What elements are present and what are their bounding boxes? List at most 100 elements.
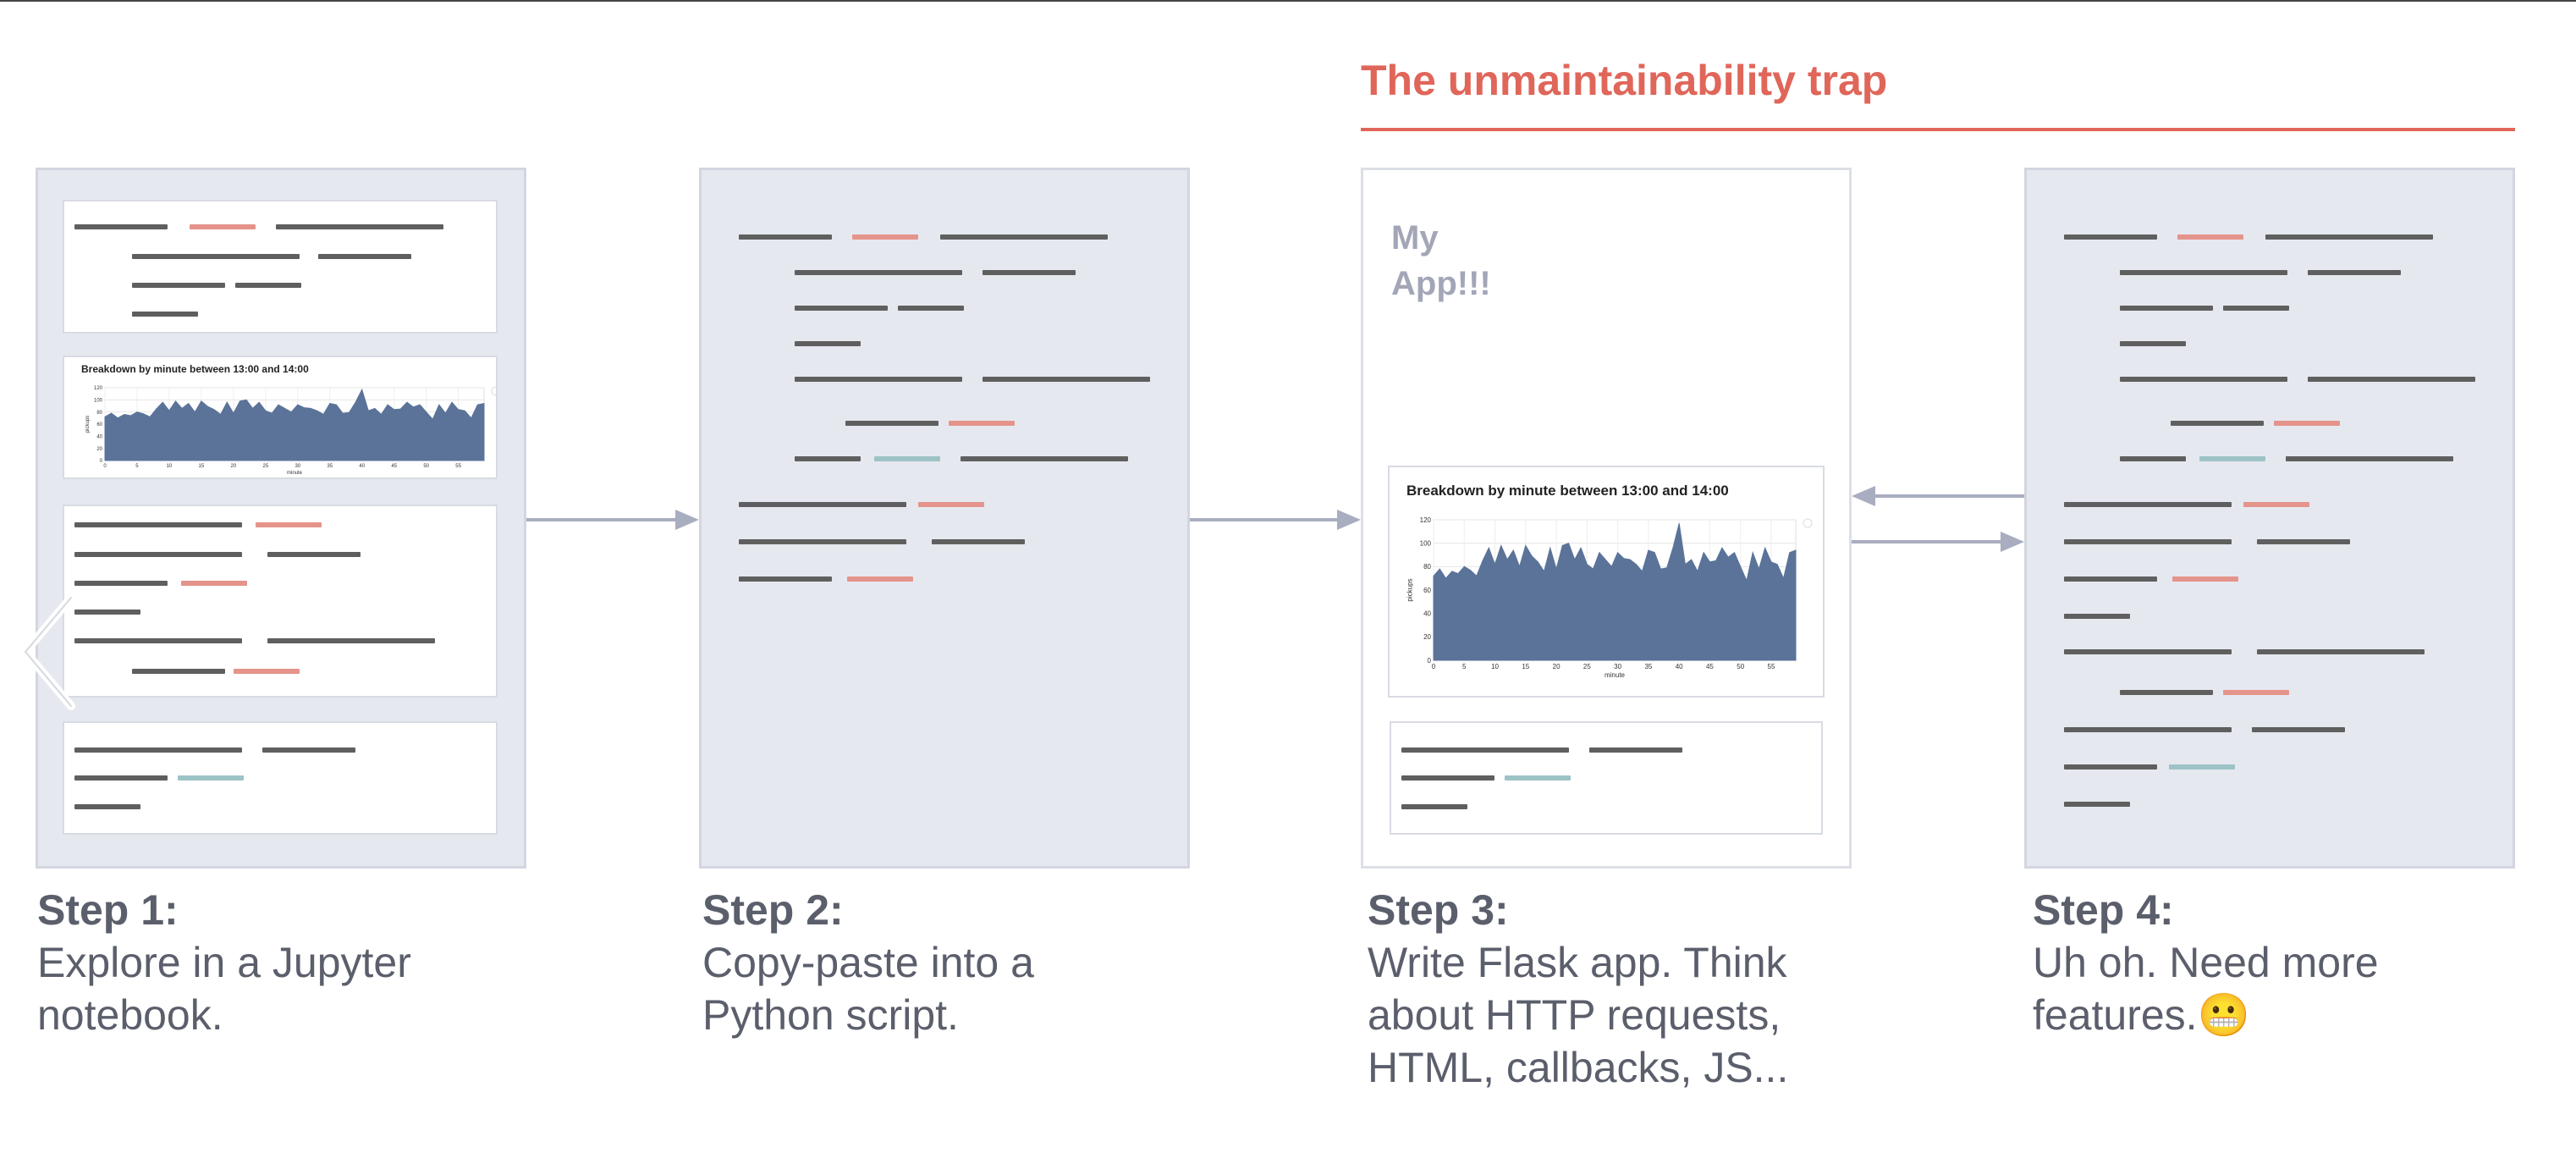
code-line bbox=[983, 377, 1150, 382]
y-tick-label: 100 bbox=[94, 398, 103, 403]
chevron-left-icon[interactable] bbox=[19, 593, 78, 711]
y-tick-label: 120 bbox=[1420, 516, 1432, 524]
code-line bbox=[2223, 690, 2289, 695]
code-line bbox=[267, 638, 435, 643]
code-line bbox=[852, 234, 918, 240]
code-line bbox=[739, 539, 906, 544]
code-line bbox=[795, 341, 861, 346]
top-border bbox=[0, 0, 2576, 2]
code-line bbox=[74, 610, 140, 615]
code-line bbox=[2120, 690, 2213, 695]
step-1-caption: Step 1: Explore in a Jupyter notebook. bbox=[37, 884, 411, 1041]
code-line bbox=[132, 669, 225, 674]
x-tick-label: 5 bbox=[1462, 663, 1467, 670]
x-tick-label: 15 bbox=[199, 464, 205, 469]
code-line bbox=[940, 234, 1108, 240]
code-line bbox=[74, 522, 242, 527]
step-4-title: Step 4: bbox=[2033, 886, 2174, 934]
x-tick-label: 55 bbox=[455, 464, 461, 469]
x-tick-label: 0 bbox=[1432, 663, 1436, 670]
code-line bbox=[234, 669, 300, 674]
x-tick-label: 55 bbox=[1768, 663, 1775, 670]
code-line bbox=[2064, 764, 2157, 770]
code-line bbox=[1505, 775, 1571, 781]
x-tick-label: 40 bbox=[359, 464, 365, 469]
code-line bbox=[2274, 421, 2340, 426]
notebook-cell-1 bbox=[63, 200, 498, 334]
y-tick-label: 20 bbox=[96, 447, 102, 452]
x-axis-label: minute bbox=[287, 471, 303, 476]
code-line bbox=[74, 804, 140, 809]
code-line bbox=[2064, 802, 2130, 807]
code-line bbox=[2177, 234, 2243, 240]
x-tick-label: 0 bbox=[103, 464, 107, 469]
code-line bbox=[2064, 576, 2157, 582]
code-line bbox=[2120, 341, 2186, 346]
code-line bbox=[2199, 456, 2265, 461]
grimace-emoji-icon: 😬 bbox=[2197, 991, 2250, 1039]
code-line bbox=[949, 421, 1015, 426]
code-line bbox=[2064, 234, 2157, 240]
code-line bbox=[190, 224, 256, 229]
app-chart-card: Breakdown by minute between 13:00 and 14… bbox=[1388, 466, 1825, 698]
code-line bbox=[74, 224, 168, 229]
arrow-head bbox=[1337, 510, 1361, 530]
step-3-title: Step 3: bbox=[1368, 886, 1509, 934]
code-line bbox=[1401, 804, 1467, 809]
code-line bbox=[276, 224, 443, 229]
code-line bbox=[1401, 747, 1569, 753]
code-line bbox=[2265, 234, 2433, 240]
code-line bbox=[267, 552, 361, 557]
trap-title: The unmaintainability trap bbox=[1361, 57, 1888, 104]
y-tick-label: 60 bbox=[1423, 587, 1431, 594]
y-tick-label: 40 bbox=[96, 434, 102, 439]
x-tick-label: 40 bbox=[1676, 663, 1683, 670]
notebook-cell-3 bbox=[63, 721, 498, 835]
arrow-head bbox=[1852, 486, 1875, 506]
code-line bbox=[2120, 270, 2287, 275]
code-line bbox=[2120, 306, 2213, 311]
app-text-card bbox=[1390, 721, 1823, 835]
x-tick-label: 25 bbox=[262, 464, 268, 469]
code-line bbox=[932, 539, 1025, 544]
code-line bbox=[2308, 270, 2401, 275]
code-line bbox=[2064, 614, 2130, 619]
area-chart-large: 0204060801001200 5 10 15 20 25 30 35 40 45 50 55min… bbox=[1406, 516, 1813, 679]
code-line bbox=[795, 306, 888, 311]
code-line bbox=[2120, 456, 2186, 461]
code-line bbox=[739, 502, 906, 507]
script-panel bbox=[699, 168, 1190, 869]
x-tick-label: 50 bbox=[1737, 663, 1744, 670]
step-1-description: Explore in a Jupyter notebook. bbox=[37, 939, 411, 1039]
code-line bbox=[132, 312, 198, 317]
y-tick-label: 60 bbox=[96, 422, 102, 428]
y-tick-label: 80 bbox=[1423, 563, 1431, 571]
code-line bbox=[795, 456, 861, 461]
code-line bbox=[2308, 377, 2475, 382]
code-line bbox=[2223, 306, 2289, 311]
code-line bbox=[2257, 649, 2425, 654]
code-line bbox=[2064, 539, 2232, 544]
x-tick-label: 50 bbox=[423, 464, 429, 469]
y-axis-label: pickups bbox=[85, 416, 91, 433]
code-line bbox=[256, 522, 322, 527]
step-3-description: Write Flask app. Think about HTTP reques… bbox=[1368, 939, 1789, 1091]
step-4-description: Uh oh. Need more features.😬 bbox=[2033, 936, 2379, 1041]
y-axis-label: pickups bbox=[1406, 578, 1413, 601]
code-line bbox=[2252, 727, 2345, 732]
code-line bbox=[918, 502, 984, 507]
x-tick-label: 20 bbox=[231, 464, 237, 469]
code-line bbox=[739, 576, 832, 582]
step-1-title: Step 1: bbox=[37, 886, 179, 934]
trap-underline bbox=[1361, 128, 2515, 131]
y-tick-label: 20 bbox=[1423, 633, 1431, 641]
code-line bbox=[74, 638, 242, 643]
code-line bbox=[845, 421, 938, 426]
x-tick-label: 30 bbox=[1614, 663, 1621, 670]
x-tick-label: 35 bbox=[1644, 663, 1652, 670]
code-line bbox=[983, 270, 1076, 275]
features-panel bbox=[2024, 168, 2515, 869]
code-line bbox=[795, 270, 962, 275]
code-line bbox=[181, 581, 247, 586]
code-line bbox=[262, 747, 355, 753]
